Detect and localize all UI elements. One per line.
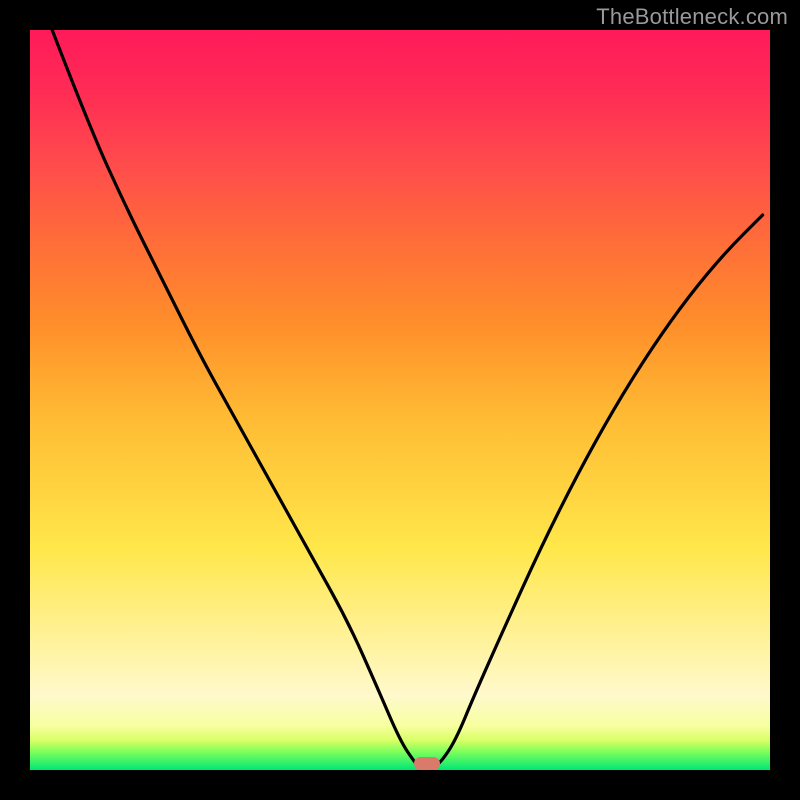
bottleneck-curve	[52, 30, 762, 770]
curve-layer	[30, 30, 770, 770]
optimum-marker	[414, 757, 440, 770]
chart-frame: TheBottleneck.com	[0, 0, 800, 800]
watermark-text: TheBottleneck.com	[596, 4, 788, 30]
